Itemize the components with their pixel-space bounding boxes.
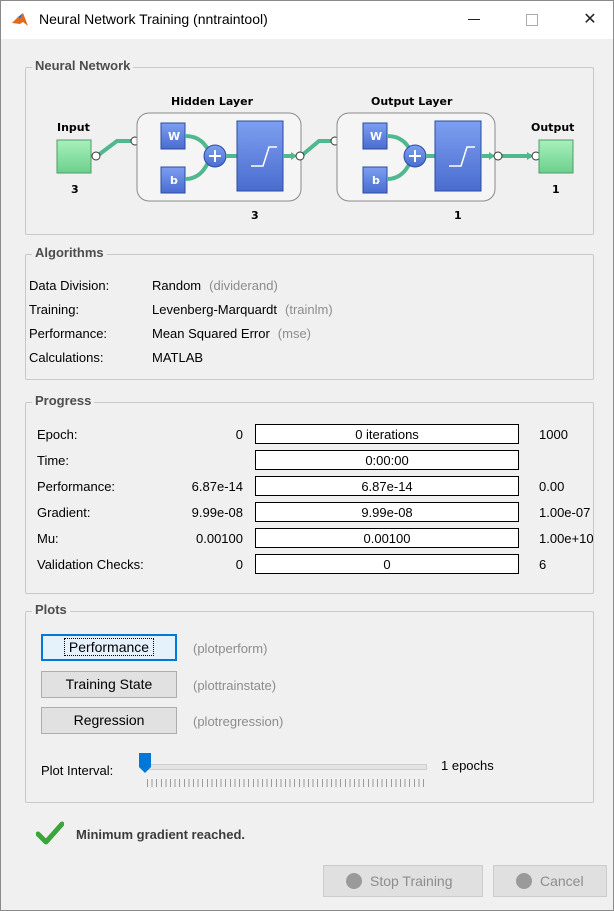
output-block — [538, 139, 574, 174]
algorithm-value: Random (dividerand) — [152, 278, 278, 293]
regression-plot-function: (plotregression) — [193, 714, 284, 729]
hidden-layer-label: Hidden Layer — [171, 95, 253, 108]
cancel-icon — [516, 873, 532, 889]
progress-label: Mu: — [37, 531, 59, 546]
input-block — [56, 139, 92, 174]
output-layer-label: Output Layer — [371, 95, 453, 108]
algorithm-key: Data Division: — [29, 278, 110, 293]
output-bias-symbol: b — [372, 174, 380, 187]
input-size: 3 — [71, 183, 79, 196]
algorithm-value: Mean Squared Error (mse) — [152, 326, 311, 341]
progress-min: 0 — [235, 427, 243, 442]
panel-title-progress: Progress — [32, 393, 95, 408]
progress-label: Validation Checks: — [37, 557, 144, 572]
algorithm-value: MATLAB — [152, 350, 204, 365]
output-layer-size: 1 — [454, 209, 462, 222]
plot-interval-ticks — [147, 779, 427, 787]
status-message: Minimum gradient reached. — [76, 827, 246, 842]
stop-training-label: Stop Training — [370, 873, 453, 889]
performance-plot-button[interactable]: Performance — [41, 634, 177, 661]
link-input-hidden — [95, 139, 135, 158]
algorithm-value: Levenberg-Marquardt (trainlm) — [152, 302, 333, 317]
checkmark-icon — [36, 821, 64, 845]
performance-plot-function: (plotperform) — [193, 641, 268, 656]
progress-max: 1.00e+10 — [539, 531, 594, 546]
plot-interval-value: 1 epochs — [441, 758, 494, 773]
progress-max: 1000 — [539, 427, 568, 442]
output-size: 1 — [552, 183, 560, 196]
progress-max: 1.00e-07 — [539, 505, 591, 520]
progress-max: 6 — [539, 557, 547, 572]
progress-min: 0 — [235, 557, 243, 572]
progress-max: 0.00 — [539, 479, 565, 494]
progress-value-box: 0.00100 — [255, 528, 519, 548]
progress-value-box: 9.99e-08 — [255, 502, 519, 522]
progress-min: 6.87e-14 — [191, 479, 243, 494]
progress-min: 0.00100 — [196, 531, 243, 546]
progress-label: Epoch: — [37, 427, 78, 442]
stop-icon — [346, 873, 362, 889]
output-weight-symbol: W — [370, 130, 383, 143]
nntraintool-window: Neural Network Training (nntraintool) ✕ … — [0, 0, 614, 911]
algorithm-key: Performance: — [29, 326, 108, 341]
hidden-bias-symbol: b — [170, 174, 178, 187]
performance-plot-button-label: Performance — [63, 638, 155, 656]
input-label: Input — [57, 121, 90, 134]
progress-label: Gradient: — [37, 505, 91, 520]
progress-value-box: 0 iterations — [255, 424, 519, 444]
link-hidden-output — [299, 139, 335, 158]
cancel-button[interactable]: Cancel — [493, 865, 607, 897]
output-label: Output — [531, 121, 575, 134]
training-state-plot-function: (plottrainstate) — [193, 678, 277, 693]
hidden-transfer-block — [236, 120, 284, 192]
network-diagram — [56, 112, 574, 202]
panel-title-algorithms: Algorithms — [32, 245, 107, 260]
cancel-label: Cancel — [540, 873, 584, 889]
progress-value-box: 6.87e-14 — [255, 476, 519, 496]
progress-min: 9.99e-08 — [191, 505, 243, 520]
progress-value-box: 0:00:00 — [255, 450, 519, 470]
plot-interval-slider-track[interactable] — [147, 764, 427, 770]
panel-title-plots: Plots — [32, 602, 70, 617]
algorithm-key: Training: — [29, 302, 80, 317]
progress-label: Performance: — [37, 479, 116, 494]
stop-training-button[interactable]: Stop Training — [323, 865, 483, 897]
plot-interval-label: Plot Interval: — [41, 763, 114, 778]
hidden-layer-size: 3 — [251, 209, 259, 222]
progress-label: Time: — [37, 453, 70, 468]
training-state-plot-button[interactable]: Training State — [41, 671, 177, 698]
output-transfer-block — [434, 120, 482, 192]
progress-value-box: 0 — [255, 554, 519, 574]
plot-interval-slider-thumb[interactable] — [139, 753, 151, 773]
regression-plot-button[interactable]: Regression — [41, 707, 177, 734]
algorithm-key: Calculations: — [29, 350, 104, 365]
hidden-weight-symbol: W — [168, 130, 181, 143]
